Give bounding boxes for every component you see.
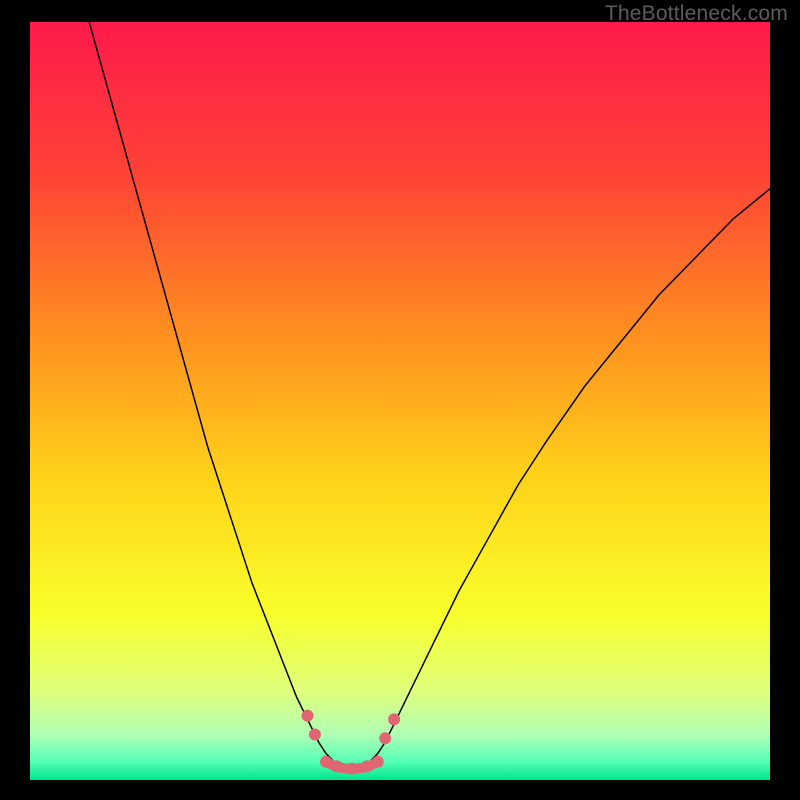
gradient-background (30, 22, 770, 780)
dot-left-lower (309, 729, 321, 741)
dot-floor-5 (372, 756, 384, 768)
dot-floor-2 (331, 760, 343, 772)
dot-floor-4 (361, 760, 373, 772)
dot-floor-3 (346, 763, 358, 775)
dot-right-upper (388, 713, 400, 725)
chart-frame: TheBottleneck.com (0, 0, 800, 800)
dot-floor-1 (320, 756, 332, 768)
dot-right-lower (379, 732, 391, 744)
dot-left-upper (302, 710, 314, 722)
bottleneck-chart (30, 22, 770, 780)
watermark-text: TheBottleneck.com (605, 2, 788, 26)
